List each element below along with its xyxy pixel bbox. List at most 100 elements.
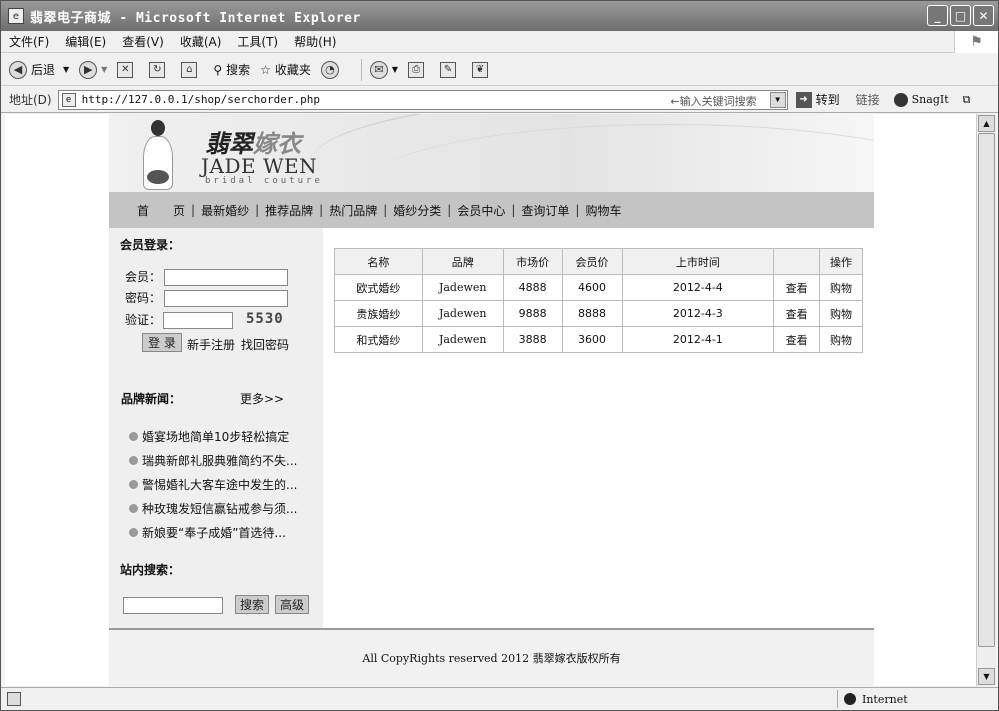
member-input[interactable] — [164, 269, 288, 286]
news-item[interactable]: 警惕婚礼大客车途中发生的... — [129, 476, 297, 493]
keyword-search-hint: ←输入关键词搜索 — [670, 94, 757, 108]
nav-separator: | — [447, 203, 452, 217]
printer-icon: ⎙ — [408, 61, 425, 78]
page-viewport: 翡翠嫁衣 JADE WEN bridal couture 首 页 | 最新婚纱 … — [5, 114, 976, 686]
view-link[interactable]: 查看 — [773, 300, 821, 327]
orders-table: 名称 品牌 市场价 会员价 上市时间 操作 欧式婚纱 Jadewen 4888 … — [334, 248, 863, 353]
cell-brand: Jadewen — [421, 274, 504, 301]
menu-view[interactable]: 查看(V) — [122, 33, 164, 50]
favorites-label: 收藏夹 — [274, 63, 311, 77]
column-header-brand: 品牌 — [421, 248, 504, 275]
close-button[interactable]: ✕ — [973, 5, 994, 26]
nav-separator: | — [383, 203, 388, 217]
menu-edit[interactable]: 编辑(E) — [65, 33, 106, 50]
cell-member-price: 4600 — [561, 274, 623, 301]
menu-file[interactable]: 文件(F) — [9, 33, 49, 50]
menu-tools[interactable]: 工具(T) — [237, 33, 278, 50]
address-input[interactable]: e http://127.0.0.1/shop/serchorder.php ←… — [57, 89, 788, 110]
news-item-text: 婚宴场地简单10步轻松搞定 — [142, 430, 290, 444]
stop-button[interactable]: ✕ — [117, 61, 139, 78]
member-label: 会员： — [125, 270, 162, 284]
site-footer: All CopyRights reserved 2012 翡翠嫁衣版权所有 — [109, 630, 874, 686]
nav-query-orders[interactable]: 查询订单 — [521, 202, 569, 219]
buy-link[interactable]: 购物 — [819, 274, 863, 301]
news-item[interactable]: 新娘要“奉子成婚”首选待... — [129, 524, 286, 541]
messenger-button[interactable]: ❦ — [472, 61, 494, 78]
verify-code-input[interactable] — [163, 312, 233, 329]
advanced-search-button[interactable]: 高级 — [275, 595, 309, 614]
snagit-label: SnagIt — [911, 93, 949, 106]
star-icon: ☆ — [260, 62, 271, 77]
vertical-scrollbar[interactable]: ▲ ▼ — [976, 114, 996, 686]
view-link[interactable]: 查看 — [773, 274, 821, 301]
column-header-actions: 操作 — [819, 248, 863, 275]
address-dropdown-button[interactable]: ▼ — [769, 91, 786, 108]
links-button[interactable]: 链接 — [856, 91, 880, 108]
minimize-button[interactable]: _ — [927, 5, 948, 26]
register-link[interactable]: 新手注册 — [187, 336, 235, 353]
nav-home[interactable]: 首 页 — [137, 202, 185, 219]
site-search-button[interactable]: 搜索 — [235, 595, 269, 614]
back-label: 后退 — [31, 63, 56, 77]
print-button[interactable]: ⎙ — [408, 61, 430, 78]
globe-icon — [844, 693, 856, 705]
search-button[interactable]: ⚲ 搜索 — [213, 61, 250, 78]
menu-help[interactable]: 帮助(H) — [294, 33, 336, 50]
nav-dress-categories[interactable]: 婚纱分类 — [393, 202, 441, 219]
forward-button[interactable]: ▶ ▼ — [79, 60, 107, 79]
title-bar: e 翡翠电子商城 - Microsoft Internet Explorer _… — [1, 1, 998, 31]
flower-bullet-icon — [129, 456, 138, 465]
capture-icon[interactable]: ⧉ — [963, 93, 971, 107]
flower-bullet-icon — [129, 432, 138, 441]
history-icon: ◔ — [320, 60, 339, 79]
nav-separator: | — [191, 203, 196, 217]
edit-button[interactable]: ✎ — [440, 61, 462, 78]
messenger-icon: ❦ — [472, 61, 489, 78]
go-button[interactable]: ➜ 转到 — [795, 91, 840, 108]
buy-link[interactable]: 购物 — [819, 326, 863, 353]
windows-logo-icon: ⚑ — [954, 31, 998, 53]
site-search-input[interactable] — [123, 597, 223, 614]
ie-page-icon: e — [8, 8, 24, 24]
login-button[interactable]: 登 录 — [142, 333, 182, 352]
mail-button[interactable]: ✉ ▼ — [369, 60, 398, 79]
news-more-link[interactable]: 更多>> — [240, 390, 284, 407]
password-input[interactable] — [164, 290, 288, 307]
nav-member-center[interactable]: 会员中心 — [457, 202, 505, 219]
scroll-down-button[interactable]: ▼ — [978, 668, 995, 685]
menu-favorites[interactable]: 收藏(A) — [180, 33, 222, 50]
mail-icon: ✉ — [369, 60, 388, 79]
zone-label: Internet — [862, 692, 908, 706]
site-container: 翡翠嫁衣 JADE WEN bridal couture 首 页 | 最新婚纱 … — [109, 114, 874, 686]
menu-bar: 文件(F) 编辑(E) 查看(V) 收藏(A) 工具(T) 帮助(H) ⚑ — [1, 31, 998, 53]
cell-member-price: 8888 — [561, 300, 623, 327]
brand-logo-en: JADE WEN — [201, 154, 318, 178]
news-item[interactable]: 婚宴场地简单10步轻松搞定 — [129, 428, 289, 445]
buy-link[interactable]: 购物 — [819, 300, 863, 327]
nav-recommended-brands[interactable]: 推荐品牌 — [265, 202, 313, 219]
nav-latest-dresses[interactable]: 最新婚纱 — [201, 202, 249, 219]
cell-release-date: 2012-4-1 — [621, 326, 775, 353]
status-bar: Internet — [1, 687, 998, 710]
back-button[interactable]: ◀ 后退 ▼ — [9, 60, 69, 79]
recover-password-link[interactable]: 找回密码 — [241, 336, 289, 353]
history-button[interactable]: ◔ — [320, 60, 343, 79]
nav-separator: | — [575, 203, 580, 217]
scroll-thumb[interactable] — [978, 133, 995, 647]
view-link[interactable]: 查看 — [773, 326, 821, 353]
nav-separator: | — [319, 203, 324, 217]
stop-icon: ✕ — [117, 61, 134, 78]
home-button[interactable]: ⌂ — [181, 61, 203, 78]
news-item[interactable]: 种玫瑰发短信赢钻戒参与须... — [129, 500, 297, 517]
nav-separator: | — [511, 203, 516, 217]
favorites-button[interactable]: ☆ 收藏夹 — [260, 61, 311, 78]
refresh-button[interactable]: ↻ — [149, 61, 171, 78]
refresh-icon: ↻ — [149, 61, 166, 78]
scroll-up-button[interactable]: ▲ — [978, 115, 995, 132]
bride-head — [151, 120, 165, 136]
nav-hot-brands[interactable]: 热门品牌 — [329, 202, 377, 219]
snagit-button[interactable]: SnagIt ⧉ — [893, 92, 971, 107]
nav-shopping-cart[interactable]: 购物车 — [585, 202, 621, 219]
maximize-button[interactable]: □ — [950, 5, 971, 26]
news-item[interactable]: 瑞典新郎礼服典雅简约不失... — [129, 452, 297, 469]
